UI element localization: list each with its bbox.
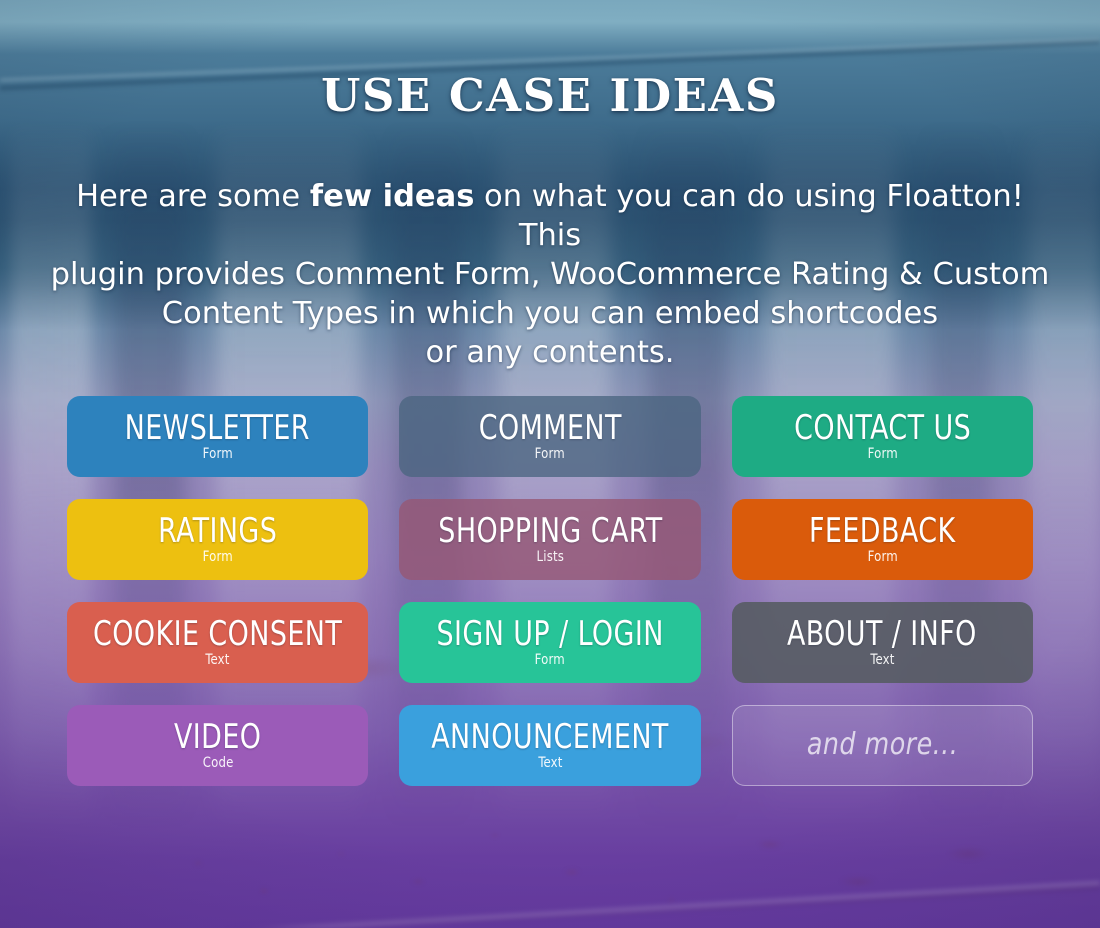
use-case-tile-cookie-consent[interactable]: COOKIE CONSENT Text xyxy=(67,602,369,683)
tile-subtitle: Text xyxy=(205,651,230,668)
tile-title: FEEDBACK xyxy=(809,510,956,551)
tile-title: COOKIE CONSENT xyxy=(93,613,343,654)
tile-title: SHOPPING CART xyxy=(437,510,663,551)
intro-emphasis: few ideas xyxy=(309,179,475,214)
use-case-tile-grid: NEWSLETTER Form COMMENT Form CONTACT US Form R… xyxy=(67,396,1033,786)
tile-title: ABOUT / INFO xyxy=(787,613,978,654)
use-case-tile-sign-up-login[interactable]: SIGN UP / LOGIN Form xyxy=(399,602,701,683)
tile-subtitle: Text xyxy=(537,754,563,771)
tile-title: COMMENT xyxy=(478,407,622,448)
tile-title: VIDEO xyxy=(173,716,262,757)
tile-title: SIGN UP / LOGIN xyxy=(436,613,664,654)
tile-subtitle: Code xyxy=(202,754,234,771)
tile-subtitle: Form xyxy=(867,548,898,565)
use-case-tile-shopping-cart[interactable]: SHOPPING CART Lists xyxy=(399,499,701,580)
tile-subtitle: Lists xyxy=(536,548,564,565)
use-case-tile-contact-us[interactable]: CONTACT US Form xyxy=(731,396,1033,477)
page-title: USE CASE IDEAS xyxy=(321,69,779,122)
tile-subtitle: Form xyxy=(867,445,898,462)
use-case-tile-comment[interactable]: COMMENT Form xyxy=(399,396,701,477)
tile-subtitle: Form xyxy=(534,445,566,462)
use-case-tile-newsletter[interactable]: NEWSLETTER Form xyxy=(67,396,369,477)
use-case-tile-announcement[interactable]: ANNOUNCEMENT Text xyxy=(399,705,701,786)
intro-prefix: Here are some xyxy=(76,179,310,214)
tile-subtitle: Form xyxy=(534,651,566,668)
use-case-tile-ratings[interactable]: RATINGS Form xyxy=(67,499,369,580)
intro-paragraph: Here are some few ideas on what you can … xyxy=(50,177,1050,372)
tile-title: CONTACT US xyxy=(793,407,971,448)
tile-title: ANNOUNCEMENT xyxy=(431,716,669,757)
use-case-tile-about-info[interactable]: ABOUT / INFO Text xyxy=(731,602,1033,683)
use-case-ideas-panel: USE CASE IDEAS Here are some few ideas o… xyxy=(0,0,1100,928)
use-case-tile-video[interactable]: VIDEO Code xyxy=(67,705,369,786)
tile-title: NEWSLETTER xyxy=(125,407,311,448)
use-case-tile-and-more[interactable]: and more... xyxy=(731,705,1033,786)
tile-subtitle: Form xyxy=(202,548,233,565)
tile-title: RATINGS xyxy=(158,510,278,551)
use-case-tile-feedback[interactable]: FEEDBACK Form xyxy=(731,499,1033,580)
tile-subtitle: Text xyxy=(870,651,895,668)
tile-subtitle: Form xyxy=(202,445,233,462)
tile-title: and more... xyxy=(806,726,959,762)
